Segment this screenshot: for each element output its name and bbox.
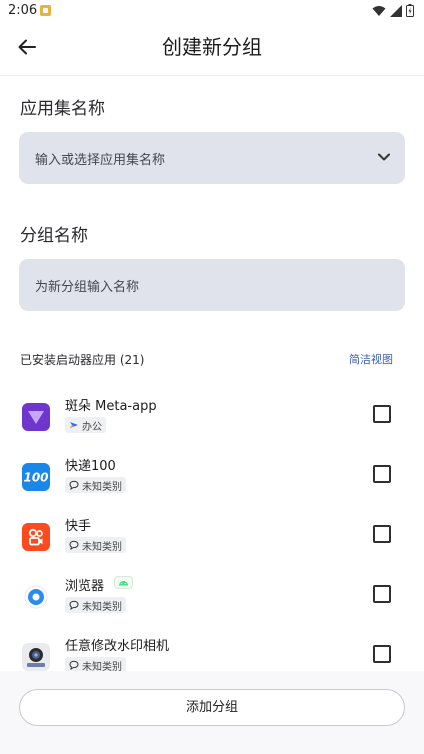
app-checkbox[interactable] <box>373 525 391 543</box>
plane-icon <box>70 422 78 428</box>
app-category-tag: 未知类别 <box>65 597 126 613</box>
group-name-placeholder: 为新分组输入名称 <box>35 280 140 295</box>
app-row[interactable]: 快手 未知类别 <box>0 513 424 573</box>
page-title: 创建新分组 <box>162 35 262 59</box>
app-row[interactable]: 斑朵 Meta-app 办公 <box>0 393 424 453</box>
app-category-tag: 办公 <box>65 417 106 433</box>
app-row[interactable]: 100 快递100 未知类别 <box>0 453 424 513</box>
add-group-button[interactable]: 添加分组 <box>19 689 405 726</box>
group-name-input[interactable]: 为新分组输入名称 <box>19 259 405 311</box>
app-name: 任意修改水印相机 <box>65 639 170 654</box>
app-category-label: 未知类别 <box>82 541 122 553</box>
battery-icon <box>406 4 414 17</box>
app-set-label: 应用集名称 <box>20 99 105 119</box>
app-checkbox[interactable] <box>373 465 391 483</box>
status-bar: 2:06 <box>0 0 424 24</box>
app-category-label: 未知类别 <box>82 481 122 493</box>
android-icon <box>114 576 133 589</box>
group-name-label: 分组名称 <box>20 226 88 246</box>
app-set-select[interactable]: 输入或选择应用集名称 <box>19 132 405 184</box>
chat-bubble-icon <box>69 540 79 550</box>
kuaidi100-icon: 100 <box>22 463 50 491</box>
app-name: 斑朵 Meta-app <box>65 399 157 414</box>
meta-app-icon <box>22 403 50 431</box>
browser-icon <box>22 583 50 611</box>
app-checkbox[interactable] <box>373 645 391 663</box>
watermark-camera-icon <box>22 643 50 671</box>
wifi-icon <box>372 5 386 16</box>
app-category-label: 办公 <box>82 421 102 433</box>
chevron-down-icon <box>378 153 390 161</box>
status-icons <box>372 4 414 17</box>
app-name: 浏览器 <box>65 579 105 594</box>
app-name: 快手 <box>65 519 92 534</box>
app-category-tag: 未知类别 <box>65 477 126 493</box>
app-bar: 创建新分组 <box>0 24 424 76</box>
svg-text:100: 100 <box>23 471 48 485</box>
bottom-bar: 添加分组 <box>0 671 424 754</box>
chat-bubble-icon <box>69 480 79 490</box>
kuaishou-icon <box>22 523 50 551</box>
app-category-label: 未知类别 <box>82 601 122 613</box>
cellular-icon <box>390 4 402 17</box>
installed-apps-header: 已安装启动器应用 (21) <box>20 353 145 367</box>
chat-bubble-icon <box>69 600 79 610</box>
simple-view-link[interactable]: 简洁视图 <box>349 351 393 367</box>
app-row[interactable]: 浏览器 未知类别 <box>0 573 424 633</box>
app-checkbox[interactable] <box>373 405 391 423</box>
notification-icon <box>40 5 51 16</box>
status-time: 2:06 <box>8 3 38 18</box>
chat-bubble-icon <box>69 660 79 670</box>
app-set-placeholder: 输入或选择应用集名称 <box>35 153 166 168</box>
app-name: 快递100 <box>65 459 116 474</box>
app-checkbox[interactable] <box>373 585 391 603</box>
app-category-tag: 未知类别 <box>65 537 126 553</box>
